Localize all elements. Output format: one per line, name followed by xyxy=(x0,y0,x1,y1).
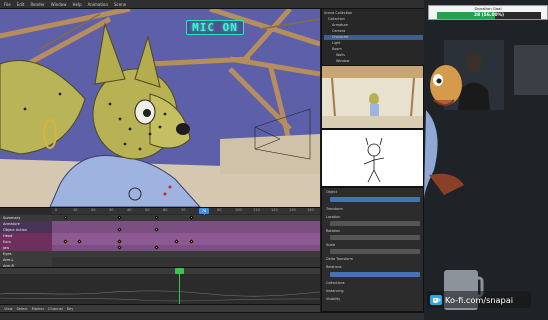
rotation-field[interactable] xyxy=(330,235,420,240)
properties-panel[interactable]: Object Transform Location Rotation Scale… xyxy=(321,187,424,312)
donation-goal-widget: Donation Goal 28 (56.00%) xyxy=(428,5,548,20)
webcam-image xyxy=(424,0,548,320)
frame-label: 130 xyxy=(289,208,296,212)
reference-sketch xyxy=(321,129,424,187)
outliner-row[interactable]: Window xyxy=(324,59,423,64)
sketch-drawing xyxy=(363,137,385,183)
prop-collections[interactable]: Collections xyxy=(326,281,345,285)
outliner-row[interactable]: Collection xyxy=(324,17,423,22)
donation-progress-text: 28 (56.00%) xyxy=(474,13,504,18)
menu-item-render[interactable]: Render xyxy=(30,2,44,7)
webcam-overlay xyxy=(424,0,548,320)
menu-item-window[interactable]: Window xyxy=(51,2,67,7)
prop-header-object: Object xyxy=(326,190,338,194)
frame-label: 10 xyxy=(73,208,78,212)
relations-field[interactable] xyxy=(330,272,420,277)
prop-transform[interactable]: Transform xyxy=(326,207,343,211)
camera-preview-render xyxy=(322,66,423,128)
frame-label: 120 xyxy=(271,208,278,212)
outliner-row[interactable]: Armature xyxy=(324,23,423,28)
location-field[interactable] xyxy=(330,221,420,226)
donation-progress-bar: 28 (56.00%) xyxy=(437,12,541,19)
graph-footer: View Select Marker Channel Key xyxy=(0,304,320,312)
status-bar xyxy=(0,312,424,320)
outliner[interactable]: Scene Collection Collection Armature Cam… xyxy=(321,9,424,65)
menu-item-edit[interactable]: Edit xyxy=(17,2,25,7)
kofi-cup-icon xyxy=(430,294,442,305)
object-name-field[interactable] xyxy=(330,197,420,202)
outliner-row[interactable]: Light xyxy=(324,41,423,46)
prop-location: Location xyxy=(326,215,341,219)
graph-menu-view[interactable]: View xyxy=(4,307,13,311)
stream-screen: File Edit Render Window Help Animation S… xyxy=(0,0,548,320)
graph-menu-select[interactable]: Select xyxy=(17,307,28,311)
outliner-row-selected[interactable]: Character xyxy=(324,35,423,40)
scale-field[interactable] xyxy=(330,249,420,254)
menu-item-file[interactable]: File xyxy=(4,2,11,7)
graph-menu-channel[interactable]: Channel xyxy=(48,307,63,311)
menu-item-help[interactable]: Help xyxy=(72,2,81,7)
graph-menu-key[interactable]: Key xyxy=(67,307,74,311)
frame-label: 50 xyxy=(145,208,150,212)
donation-goal-title: Donation Goal xyxy=(474,6,502,11)
frame-label: 60 xyxy=(163,208,168,212)
frame-label: 110 xyxy=(253,208,260,212)
prop-scale: Scale xyxy=(326,243,336,247)
kofi-banner[interactable]: Ko-fi.com/snapai xyxy=(427,291,531,308)
frame-label: 70 xyxy=(181,208,186,212)
prop-relations[interactable]: Relations xyxy=(326,265,342,269)
mic-on-indicator: MIC ON xyxy=(186,20,244,35)
viewport-scene xyxy=(0,9,320,207)
dope-sheet[interactable]: 0 10 20 30 40 50 60 70 90 100 110 120 13… xyxy=(0,207,320,269)
prop-visibility[interactable]: Visibility xyxy=(326,297,340,301)
frame-label: 90 xyxy=(217,208,222,212)
blender-topbar: File Edit Render Window Help Animation S… xyxy=(0,0,424,9)
kofi-link-text[interactable]: Ko-fi.com/snapai xyxy=(445,295,513,305)
scene-selector[interactable]: Scene xyxy=(114,2,126,7)
prop-rotation: Rotation xyxy=(326,229,341,233)
outliner-row[interactable]: Walls xyxy=(324,53,423,58)
frame-label: 0 xyxy=(55,208,58,212)
prop-instancing[interactable]: Instancing xyxy=(326,289,344,293)
graph-curves xyxy=(0,290,320,302)
workspace-animation[interactable]: Animation xyxy=(88,2,108,7)
frame-label: 20 xyxy=(91,208,96,212)
3d-viewport[interactable]: MIC ON xyxy=(0,9,320,207)
outliner-row[interactable]: Scene Collection xyxy=(324,11,423,16)
status-text xyxy=(0,315,4,319)
outliner-row[interactable]: Room xyxy=(324,47,423,52)
frame-label: 140 xyxy=(307,208,314,212)
prop-delta-transform[interactable]: Delta Transform xyxy=(326,257,353,261)
frame-label: 100 xyxy=(235,208,242,212)
graph-menu-marker[interactable]: Marker xyxy=(32,307,44,311)
frame-label: 30 xyxy=(109,208,114,212)
camera-preview[interactable] xyxy=(321,65,424,129)
outliner-row[interactable]: Camera xyxy=(324,29,423,34)
frame-label: 40 xyxy=(127,208,132,212)
